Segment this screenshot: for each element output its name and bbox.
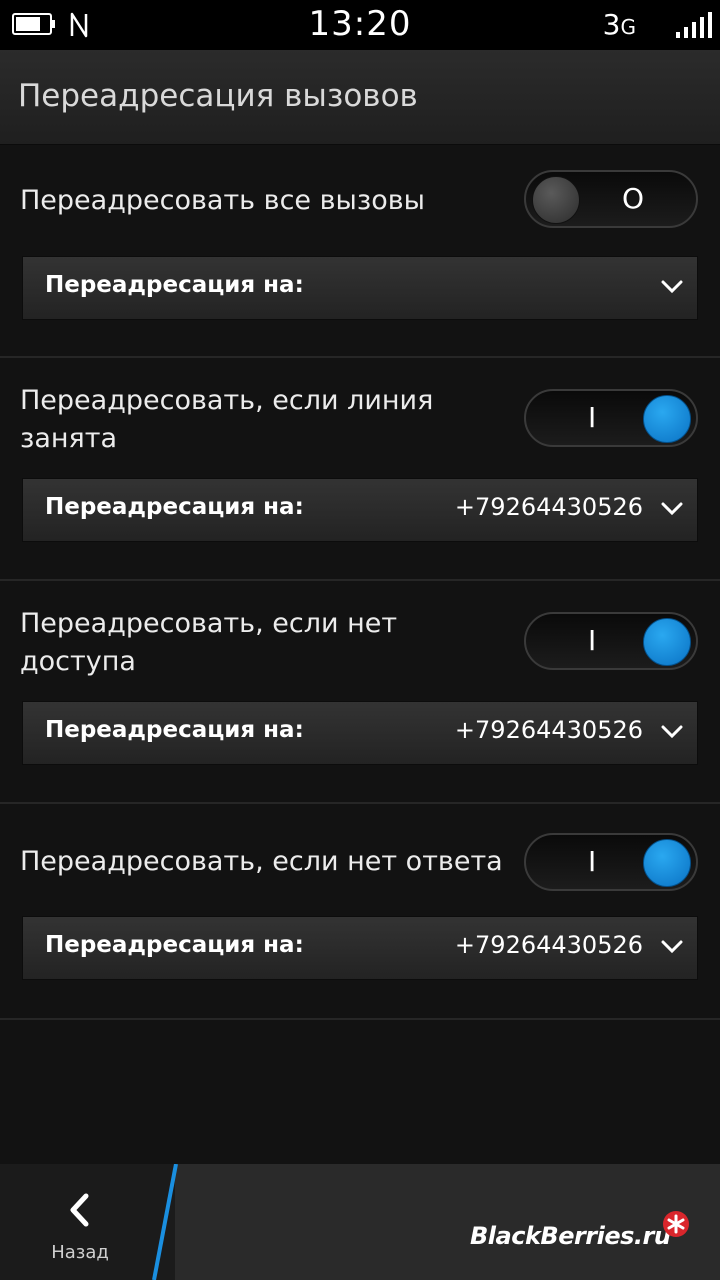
forward-to-value: +79264430526 <box>454 931 643 959</box>
back-label: Назад <box>51 1242 109 1263</box>
forward-to-value: +79264430526 <box>454 493 643 521</box>
forward-no-answer-label: Переадресовать, если нет ответа <box>20 846 503 877</box>
forward-all-dropdown[interactable]: Переадресация на: <box>22 256 698 320</box>
screen: 13:20 3G Переадресация вызовов Переадрес… <box>0 0 720 1280</box>
title-bar: Переадресация вызовов <box>0 50 720 145</box>
forward-all-label: Переадресовать все вызовы <box>20 185 425 216</box>
forward-no-answer-toggle[interactable]: I <box>524 833 698 891</box>
toggle-knob <box>643 839 691 887</box>
watermark-text: BlackBerries.ru <box>470 1222 671 1250</box>
forward-to-label: Переадресация на: <box>45 272 304 298</box>
toggle-state-mark: I <box>588 845 597 878</box>
toggle-knob <box>532 176 580 224</box>
separator-slash <box>152 1164 178 1280</box>
forward-to-label: Переадресация на: <box>45 494 304 520</box>
back-button[interactable]: Назад <box>0 1164 175 1280</box>
section-divider <box>0 802 720 804</box>
toggle-knob <box>643 618 691 666</box>
chevron-down-icon <box>661 725 683 739</box>
forward-to-label: Переадресация на: <box>45 717 304 743</box>
forward-unreachable-dropdown[interactable]: Переадресация на: +79264430526 <box>22 701 698 765</box>
status-bar: 13:20 3G <box>0 0 720 50</box>
forward-unreachable-toggle[interactable]: I <box>524 612 698 670</box>
forward-busy-toggle[interactable]: I <box>524 389 698 447</box>
section-divider <box>0 579 720 581</box>
toggle-state-mark: I <box>588 624 597 657</box>
forward-to-label: Переадресация на: <box>45 932 304 958</box>
forward-busy-dropdown[interactable]: Переадресация на: +79264430526 <box>22 478 698 542</box>
forward-to-value: +79264430526 <box>454 716 643 744</box>
section-divider <box>0 1018 720 1020</box>
action-bar: Назад BlackBerries.ru <box>0 1164 720 1280</box>
toggle-state-mark: I <box>588 401 597 434</box>
chevron-down-icon <box>661 502 683 516</box>
chevron-down-icon <box>661 280 683 294</box>
toggle-knob <box>643 395 691 443</box>
chevron-down-icon <box>661 940 683 954</box>
watermark-logo-icon <box>663 1211 689 1237</box>
network-type: 3G <box>602 8 636 41</box>
forward-busy-label: Переадресовать, если линия занята <box>20 385 434 454</box>
back-arrow-icon <box>70 1193 89 1227</box>
signal-strength-icon <box>676 12 712 38</box>
forward-all-toggle[interactable]: O <box>524 170 698 228</box>
forward-unreachable-label: Переадресовать, если нет доступа <box>20 608 398 677</box>
section-divider <box>0 356 720 358</box>
toggle-state-mark: O <box>622 182 645 215</box>
page-title: Переадресация вызовов <box>18 78 418 114</box>
forward-no-answer-dropdown[interactable]: Переадресация на: +79264430526 <box>22 916 698 980</box>
